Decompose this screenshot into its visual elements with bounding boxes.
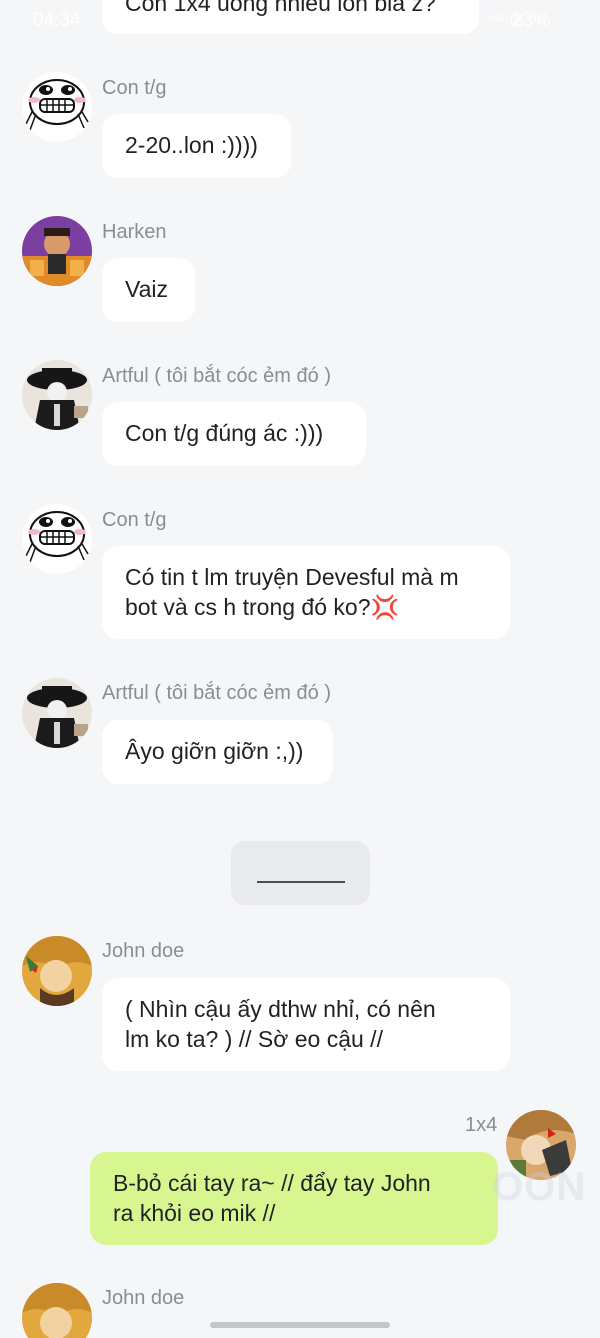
section-divider xyxy=(231,841,370,905)
message-text: 2-20..lon :)))) xyxy=(125,132,258,158)
divider-line xyxy=(257,881,345,883)
message-bubble[interactable]: 2-20..lon :)))) xyxy=(102,114,291,178)
john-doe-avatar[interactable] xyxy=(22,1283,92,1338)
watermark-logo: OON xyxy=(492,1165,587,1209)
message-bubble[interactable]: Con t/g đúng ác :))) xyxy=(102,402,366,466)
sender-name: 1x4 xyxy=(465,1114,498,1136)
artful-avatar[interactable] xyxy=(22,678,92,748)
laughing-face-avatar[interactable] xyxy=(22,504,92,574)
sender-name: John doe xyxy=(102,1287,185,1309)
sender-name: Artful ( tôi bắt cóc ẻm đó ) xyxy=(102,365,331,387)
message-text: Vaiz xyxy=(125,276,169,302)
message-text: Có tin t lm truyện Devesful mà m bot và … xyxy=(125,564,459,620)
sender-name: Con t/g xyxy=(102,509,167,531)
message-bubble[interactable]: Vaiz xyxy=(102,258,195,322)
status-bar: 04:34 ⁴ᴳ.ıll 23% xyxy=(0,0,600,44)
sender-name: Harken xyxy=(102,221,167,243)
sender-name: John doe xyxy=(102,940,185,962)
battery-percentage: 23% xyxy=(512,10,551,31)
message-text: B-bỏ cái tay ra~ // đẩy tay John ra khỏi… xyxy=(113,1170,431,1226)
message-bubble[interactable]: Âyo giỡn giỡn :,)) xyxy=(102,720,333,784)
sender-name: Con t/g xyxy=(102,77,167,99)
laughing-face-avatar[interactable] xyxy=(22,72,92,142)
john-doe-avatar[interactable] xyxy=(22,936,92,1006)
home-indicator[interactable] xyxy=(210,1322,390,1328)
message-bubble-outgoing[interactable]: B-bỏ cái tay ra~ // đẩy tay John ra khỏi… xyxy=(90,1152,498,1245)
message-bubble[interactable]: Có tin t lm truyện Devesful mà m bot và … xyxy=(102,546,510,639)
message-bubble[interactable]: ( Nhìn cậu ấy dthw nhỉ, có nên lm ko ta?… xyxy=(102,978,510,1071)
message-text: Âyo giỡn giỡn :,)) xyxy=(125,738,304,764)
message-text: ( Nhìn cậu ấy dthw nhỉ, có nên lm ko ta?… xyxy=(125,996,436,1052)
chat-screen: 04:34 ⁴ᴳ.ıll 23% Con 1x4 uống nhiều lon … xyxy=(0,0,600,1338)
harken-avatar[interactable] xyxy=(22,216,92,286)
status-time: 04:34 xyxy=(33,10,81,31)
sender-name: Artful ( tôi bắt cóc ẻm đó ) xyxy=(102,682,331,704)
artful-avatar[interactable] xyxy=(22,360,92,430)
message-text: Con t/g đúng ác :))) xyxy=(125,420,324,446)
